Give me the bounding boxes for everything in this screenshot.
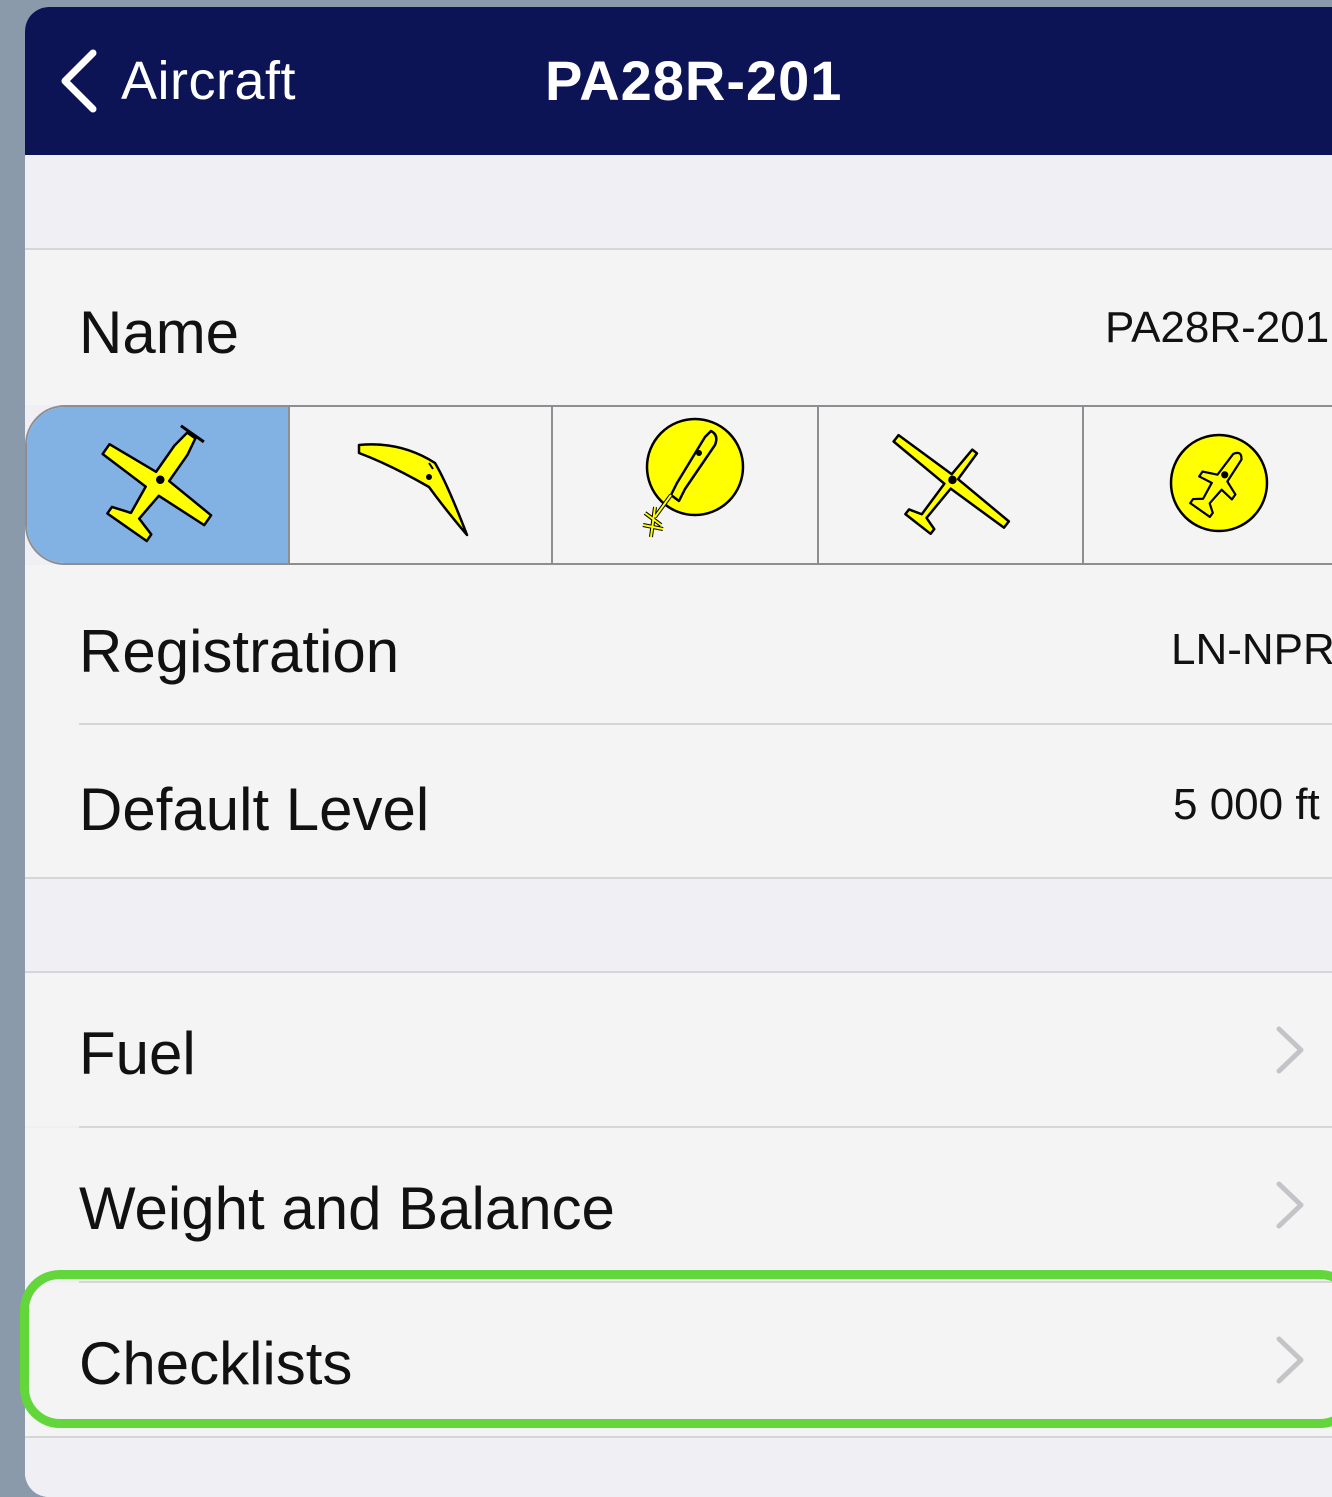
chevron-right-icon [1275, 1335, 1305, 1390]
navigation-bar: Aircraft PA28R-201 [25, 7, 1332, 155]
balloon-icon [615, 413, 755, 558]
segment-airplane[interactable] [27, 407, 291, 563]
hang-glider-icon [351, 413, 491, 558]
chevron-right-icon [1275, 1025, 1305, 1080]
section-gap-top [25, 155, 1332, 249]
weight-and-balance-row[interactable]: Weight and Balance [25, 1128, 1332, 1281]
registration-row[interactable]: Registration LN-NPR [25, 565, 1332, 725]
helicopter-icon [1164, 428, 1274, 543]
back-button-label: Aircraft [121, 51, 297, 111]
checklists-label: Checklists [79, 1330, 353, 1397]
segment-helicopter[interactable] [1084, 407, 1332, 563]
default-level-label: Default Level [79, 776, 430, 843]
section-gap-bottom [25, 1438, 1332, 1497]
fuel-row[interactable]: Fuel [25, 973, 1332, 1126]
default-level-value[interactable]: 5 000 ft [1173, 780, 1320, 830]
name-value[interactable]: PA28R-201 [1105, 303, 1329, 353]
fuel-label: Fuel [79, 1020, 196, 1087]
aircraft-type-segmented-control[interactable] [25, 405, 1332, 565]
registration-value[interactable]: LN-NPR [1171, 625, 1332, 675]
name-label: Name [79, 299, 240, 366]
registration-label: Registration [79, 618, 400, 685]
chevron-left-icon [59, 49, 99, 113]
airplane-icon [88, 413, 228, 558]
checklists-row[interactable]: Checklists [25, 1283, 1332, 1436]
weight-and-balance-label: Weight and Balance [79, 1175, 615, 1242]
segment-glider[interactable] [819, 407, 1084, 563]
segment-balloon[interactable] [553, 407, 819, 563]
aircraft-detail-panel: Aircraft PA28R-201 Name PA28R-201 Regist… [25, 7, 1332, 1497]
page-title: PA28R-201 [545, 49, 843, 112]
back-button[interactable]: Aircraft [59, 41, 296, 121]
segment-hang-glider[interactable] [290, 407, 554, 563]
default-level-row[interactable]: Default Level 5 000 ft [25, 725, 1332, 877]
name-row[interactable]: Name PA28R-201 [25, 250, 1332, 405]
chevron-right-icon [1275, 1180, 1305, 1235]
section-gap-middle [25, 879, 1332, 972]
glider-icon [880, 413, 1020, 558]
